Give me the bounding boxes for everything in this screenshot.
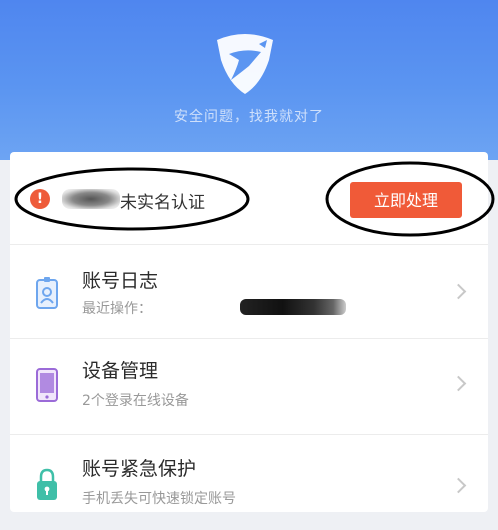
header-banner: 安全问题，找我就对了	[0, 0, 498, 160]
list-item-account-log[interactable]: 账号日志 最近操作：	[10, 244, 488, 339]
header-slogan: 安全问题，找我就对了	[174, 109, 324, 125]
handle-now-button[interactable]: 立即处理	[350, 182, 462, 218]
item-subtitle: 最近操作：	[82, 298, 346, 318]
redacted-operation	[240, 299, 346, 315]
exclamation-icon: !	[30, 189, 50, 209]
list-item-device-management[interactable]: 设备管理 2个登录在线设备	[10, 340, 488, 435]
tablet-icon	[36, 368, 58, 402]
chevron-right-icon	[450, 375, 467, 392]
item-title: 账号紧急保护	[82, 458, 197, 480]
security-card: ! 未实名认证 立即处理 账号日志 最近操作： 设备管理 2个登录在线设备 账号…	[10, 152, 488, 512]
masked-account-name	[62, 189, 120, 209]
item-subtitle: 手机丢失可快速锁定账号	[82, 491, 236, 507]
shield-plane-icon	[217, 34, 273, 94]
item-title: 账号日志	[82, 270, 159, 292]
id-badge-icon	[36, 277, 58, 309]
chevron-right-icon	[450, 477, 467, 494]
item-subtitle: 2个登录在线设备	[82, 393, 189, 409]
list-item-emergency-protection[interactable]: 账号紧急保护 手机丢失可快速锁定账号	[10, 436, 488, 530]
chevron-right-icon	[450, 283, 467, 300]
item-title: 设备管理	[82, 360, 159, 382]
lock-icon	[37, 468, 57, 500]
verification-status-text: 未实名认证	[120, 193, 205, 213]
verification-alert-row: ! 未实名认证 立即处理	[10, 152, 488, 245]
